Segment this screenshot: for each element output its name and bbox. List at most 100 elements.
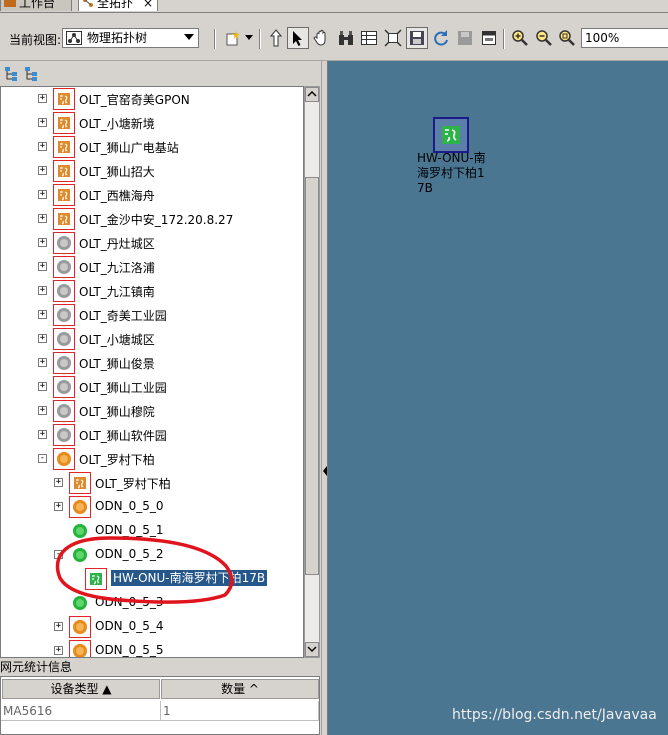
tree-item[interactable]: + OLT_金沙中安_172.20.8.27 <box>1 207 301 231</box>
expand-icon[interactable]: + <box>54 646 63 655</box>
tree-item[interactable]: HW-ONU-南海罗村下柏17B <box>1 567 301 591</box>
tree-item[interactable]: + OLT_奇美工业园 <box>1 303 301 327</box>
new-view-button[interactable] <box>222 27 244 49</box>
expand-icon[interactable]: + <box>38 190 47 199</box>
properties-button[interactable] <box>478 27 500 49</box>
close-icon[interactable]: × <box>143 0 153 11</box>
green-node-icon <box>73 524 87 538</box>
stats-title: 网元统计信息 <box>0 659 321 676</box>
tree-expand-icon <box>5 67 17 81</box>
collapse-arrow-icon[interactable] <box>323 466 327 476</box>
expand-icon[interactable]: + <box>38 310 47 319</box>
olt-icon <box>53 136 75 158</box>
table-cell[interactable]: 1 <box>161 701 319 721</box>
table-icon <box>361 31 377 45</box>
tree-item[interactable]: - ODN_0_5_2 <box>1 543 301 567</box>
expand-icon[interactable]: + <box>38 166 47 175</box>
expand-icon[interactable]: + <box>38 118 47 127</box>
onu-node[interactable] <box>433 117 469 153</box>
zoom-in-icon <box>512 30 528 46</box>
expand-icon[interactable]: + <box>54 478 63 487</box>
tree-item[interactable]: + OLT_狮山广电基站 <box>1 135 301 159</box>
tree-item[interactable]: + OLT_狮山工业园 <box>1 375 301 399</box>
tree-item[interactable]: + OLT_狮山俊景 <box>1 351 301 375</box>
expand-icon[interactable]: + <box>38 142 47 151</box>
tree-item[interactable]: + OLT_罗村下柏 <box>1 471 301 495</box>
tree-item[interactable]: + OLT_官窑奇美GPON <box>1 87 301 111</box>
tree-item[interactable]: ODN_0_5_3 <box>1 591 301 615</box>
tree-item[interactable]: - OLT_罗村下柏 <box>1 447 301 471</box>
pane-splitter[interactable] <box>321 61 328 735</box>
new-view-dropdown[interactable] <box>242 27 256 49</box>
tree-item[interactable]: + ODN_0_5_0 <box>1 495 301 519</box>
column-header-device-type[interactable]: 设备类型 ▲ <box>2 679 160 699</box>
expand-all-button[interactable] <box>4 66 20 82</box>
tree-item[interactable]: + OLT_西樵海舟 <box>1 183 301 207</box>
expand-icon[interactable]: + <box>38 286 47 295</box>
grid-view-button[interactable] <box>358 27 380 49</box>
tree-scrollbar[interactable] <box>304 86 320 658</box>
expand-icon[interactable]: + <box>38 334 47 343</box>
expand-icon[interactable]: + <box>38 406 47 415</box>
collapse-icon[interactable]: - <box>54 550 63 559</box>
expand-icon[interactable]: + <box>54 622 63 631</box>
collapse-icon[interactable]: - <box>38 454 47 463</box>
expand-icon[interactable]: + <box>38 430 47 439</box>
tree-collapse-icon <box>25 67 37 81</box>
fit-icon <box>384 29 402 47</box>
tree-item-label: ODN_0_5_1 <box>95 523 164 537</box>
toolbar-separator <box>503 29 505 49</box>
tree-item-label: OLT_狮山俊景 <box>79 357 155 371</box>
collapse-all-button[interactable] <box>24 66 40 82</box>
chevron-down-icon <box>245 35 253 40</box>
save-layout-button[interactable] <box>406 27 428 49</box>
expand-icon[interactable]: + <box>54 502 63 511</box>
zoom-out-icon <box>536 30 552 46</box>
up-level-button[interactable] <box>265 27 287 49</box>
disk-button[interactable] <box>454 27 476 49</box>
table-cell[interactable]: MA5616 <box>1 701 161 721</box>
tree-item[interactable]: + OLT_九江洛浦 <box>1 255 301 279</box>
view-select[interactable]: 物理拓扑树 <box>62 28 199 48</box>
pan-tool-button[interactable] <box>311 27 333 49</box>
arrow-up-icon <box>270 29 282 47</box>
tree-item[interactable]: + OLT_九江镇南 <box>1 279 301 303</box>
zoom-out-button[interactable] <box>533 27 555 49</box>
gray-node-icon <box>53 400 75 422</box>
tree-item[interactable]: + OLT_狮山穆院 <box>1 399 301 423</box>
topology-canvas[interactable]: HW-ONU-南海罗村下柏17B <box>328 61 668 735</box>
tree-item[interactable]: + OLT_狮山招大 <box>1 159 301 183</box>
tree-item[interactable]: + OLT_小塘城区 <box>1 327 301 351</box>
fit-view-button[interactable] <box>382 27 404 49</box>
zoom-fit-button[interactable] <box>556 27 578 49</box>
scroll-down-button[interactable] <box>305 642 319 657</box>
expand-icon[interactable]: + <box>38 262 47 271</box>
tree-item-label: OLT_金沙中安_172.20.8.27 <box>79 213 234 227</box>
tree-item[interactable]: + ODN_0_5_5 <box>1 639 301 657</box>
expand-icon[interactable]: + <box>38 238 47 247</box>
expand-icon[interactable]: + <box>38 382 47 391</box>
column-header-count[interactable]: 数量 ^ <box>161 679 319 699</box>
tree-item-label: OLT_丹灶城区 <box>79 237 155 251</box>
find-button[interactable] <box>335 27 357 49</box>
tree-item[interactable]: + OLT_狮山软件园 <box>1 423 301 447</box>
onu-icon <box>85 568 107 590</box>
tree-item[interactable]: + ODN_0_5_4 <box>1 615 301 639</box>
tree-item[interactable]: + OLT_丹灶城区 <box>1 231 301 255</box>
olt-icon <box>53 88 75 110</box>
expand-icon[interactable]: + <box>38 358 47 367</box>
tab-workbench[interactable]: 工作台 <box>0 0 72 11</box>
scroll-up-button[interactable] <box>305 87 319 102</box>
expand-icon[interactable]: + <box>38 94 47 103</box>
tree-item[interactable]: + OLT_小塘新境 <box>1 111 301 135</box>
zoom-select[interactable]: 100% <box>581 28 668 48</box>
topology-tree[interactable]: + OLT_官窑奇美GPON + OLT_小塘新境 + OLT_狮山广电基站 + OLT_狮山… <box>0 86 304 658</box>
expand-icon[interactable]: + <box>38 214 47 223</box>
select-tool-button[interactable] <box>287 27 309 49</box>
refresh-button[interactable] <box>430 27 452 49</box>
chevron-down-icon[interactable] <box>184 34 194 40</box>
zoom-in-button[interactable] <box>509 27 531 49</box>
tab-full-topology[interactable]: 全拓扑 × <box>78 0 158 11</box>
scroll-thumb[interactable] <box>305 177 319 575</box>
tree-item[interactable]: ODN_0_5_1 <box>1 519 301 543</box>
